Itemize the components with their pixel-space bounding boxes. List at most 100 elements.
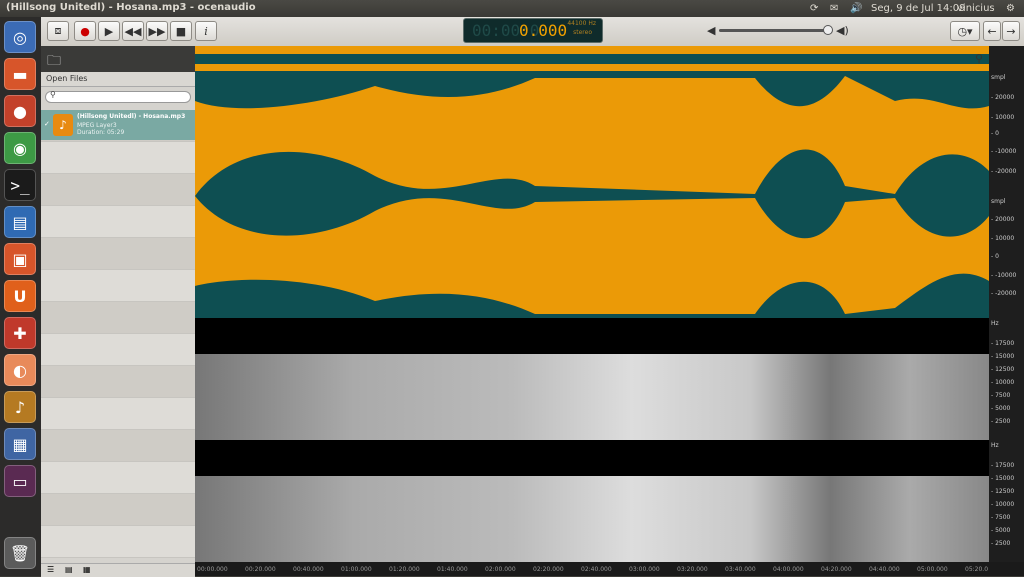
timeline-tick: 03:00.000 (629, 566, 660, 573)
compact-view-icon[interactable]: ▤ (65, 565, 73, 574)
waveform-plot (195, 54, 989, 318)
ruler-label: smpl (991, 198, 1006, 205)
timeline-tick: 04:00.000 (773, 566, 804, 573)
spec-label: Hz (991, 442, 999, 449)
folder-icon[interactable]: 🗀 (47, 50, 61, 74)
ruler-label: - 0 (991, 130, 999, 137)
app-icon[interactable]: ◐ (4, 354, 36, 386)
workspace-icon[interactable]: ▦ (4, 428, 36, 460)
trash-icon[interactable]: 🗑 (4, 537, 36, 569)
sample-rate: 44100 Hz (567, 20, 596, 27)
timeline-tick: 01:40.000 (437, 566, 468, 573)
ruler-label: smpl (991, 74, 1006, 81)
file-sidebar: 🗀 Open Files ⚲ ✓ ♪ (Hillsong Unitedl) - … (41, 46, 195, 577)
spectrogram-channel-2[interactable] (195, 440, 989, 562)
ubuntu-one-icon[interactable]: U (4, 280, 36, 312)
timeline-tick: 05:00.000 (917, 566, 948, 573)
volume-slider-handle[interactable] (823, 25, 833, 35)
ruler-label: - 0 (991, 253, 999, 260)
list-view-icon[interactable]: ☰ (47, 565, 54, 574)
timeline-tick: 02:40.000 (581, 566, 612, 573)
ocenaudio-icon[interactable]: ♪ (4, 391, 36, 423)
back-button[interactable]: ← (983, 21, 1001, 41)
spec-label: - 15000 (991, 475, 1015, 482)
timeline-tick: 02:20.000 (533, 566, 564, 573)
ruler-label: - -10000 (991, 148, 1017, 155)
grid-view-icon[interactable]: ▦ (83, 565, 91, 574)
stop-button[interactable]: ■ (170, 21, 192, 41)
gear-icon[interactable]: ⚙ (1006, 1, 1015, 16)
search-input[interactable]: ⚲ (45, 90, 191, 103)
rewind-button[interactable]: ◀◀ (122, 21, 144, 41)
spec-label: - 10000 (991, 379, 1015, 386)
info-button[interactable]: i (195, 21, 217, 41)
channel-mode: stereo (573, 29, 592, 36)
channel-1-wave (195, 149, 989, 239)
network-icon[interactable]: ⟳ (810, 1, 818, 16)
record-mode-button[interactable]: ⧈ (47, 21, 69, 41)
timeline-tick: 01:20.000 (389, 566, 420, 573)
ruler-label: - -10000 (991, 272, 1017, 279)
software-center-icon[interactable]: ▣ (4, 243, 36, 275)
clock[interactable]: Seg, 9 de Jul 14:09 (871, 1, 966, 16)
volume-slider[interactable] (719, 29, 831, 32)
file-format: MPEG Layer3 (77, 122, 117, 129)
forward-nav-button[interactable]: → (1002, 21, 1020, 41)
time-value: 0.000 (519, 21, 568, 40)
terminal-icon[interactable]: >_ (4, 169, 36, 201)
amplitude-ruler: smpl - 20000 - 10000 - 0 - -10000 - -200… (989, 46, 1024, 562)
volume-low-icon: ◀ (707, 24, 716, 37)
spectrogram-channel-1[interactable] (195, 318, 989, 440)
play-button[interactable]: ▶ (98, 21, 120, 41)
files-icon[interactable]: ▬ (4, 58, 36, 90)
forward-button[interactable]: ▶▶ (146, 21, 168, 41)
timeline-tick: 04:20.000 (821, 566, 852, 573)
folder-area: 🗀 (41, 46, 195, 72)
list-item[interactable]: ✓ ♪ (Hillsong Unitedl) - Hosana.mp3 MPEG… (41, 110, 195, 140)
zoom-icon[interactable]: ⚲ (975, 52, 983, 65)
spec-label: - 17500 (991, 340, 1015, 347)
channel-1-top-wave (195, 71, 989, 109)
spec-label: - 12500 (991, 366, 1015, 373)
spectrogram-fill (195, 354, 989, 440)
checkmark-icon: ✓ (44, 120, 50, 128)
spec-label: - 7500 (991, 392, 1011, 399)
ubuntu-home-icon[interactable]: ◎ (4, 21, 36, 53)
waveform-view[interactable]: ⚲ (195, 46, 989, 318)
music-file-icon: ♪ (53, 114, 73, 136)
timeline-ruler[interactable]: 00:00.000 00:20.000 00:40.000 01:00.000 … (195, 562, 1024, 576)
spectrogram-fill (195, 476, 989, 562)
timeline-tick: 00:00.000 (197, 566, 228, 573)
spec-label: - 15000 (991, 353, 1015, 360)
workspace2-icon[interactable]: ▭ (4, 465, 36, 497)
spec-label: - 7500 (991, 514, 1011, 521)
volume-icon[interactable]: 🔊 (850, 1, 862, 16)
chrome-icon[interactable]: ◉ (4, 132, 36, 164)
spec-label: - 5000 (991, 405, 1011, 412)
open-files-header: Open Files (41, 72, 195, 87)
view-mode-bar: ☰ ▤ ▦ (41, 563, 195, 577)
timeline-tick: 02:00.000 (485, 566, 516, 573)
history-button[interactable]: ◷▾ (950, 21, 980, 41)
ruler-label: - -20000 (991, 168, 1017, 175)
open-files-label: Open Files (46, 74, 88, 83)
time-display: 00:00:0 0.000 44100 Hz stereo (463, 18, 603, 43)
search-icon: ⚲ (50, 90, 56, 99)
timeline-tick: 03:20.000 (677, 566, 708, 573)
launcher: ◎ ▬ ● ◉ >_ ▤ ▣ U ✚ ◐ ♪ ▦ ▭ 🗑 (0, 17, 42, 576)
timeline-tick: 05:20.0 (965, 566, 989, 573)
mail-icon[interactable]: ✉ (830, 1, 838, 16)
ruler-label: - -20000 (991, 290, 1017, 297)
spec-label: - 2500 (991, 418, 1011, 425)
top-panel: (Hillsong Unitedl) - Hosana.mp3 - ocenau… (0, 0, 1024, 17)
writer-icon[interactable]: ▤ (4, 206, 36, 238)
channel-2-wave (195, 273, 989, 318)
firefox-icon[interactable]: ● (4, 95, 36, 127)
timeline-tick: 00:20.000 (245, 566, 276, 573)
ruler-label: - 20000 (991, 94, 1015, 101)
spec-label: Hz (991, 320, 999, 327)
record-button[interactable]: ● (74, 21, 96, 41)
user-name[interactable]: vinicius (957, 1, 995, 16)
file-list: ✓ ♪ (Hillsong Unitedl) - Hosana.mp3 MPEG… (41, 110, 195, 560)
system-settings-icon[interactable]: ✚ (4, 317, 36, 349)
